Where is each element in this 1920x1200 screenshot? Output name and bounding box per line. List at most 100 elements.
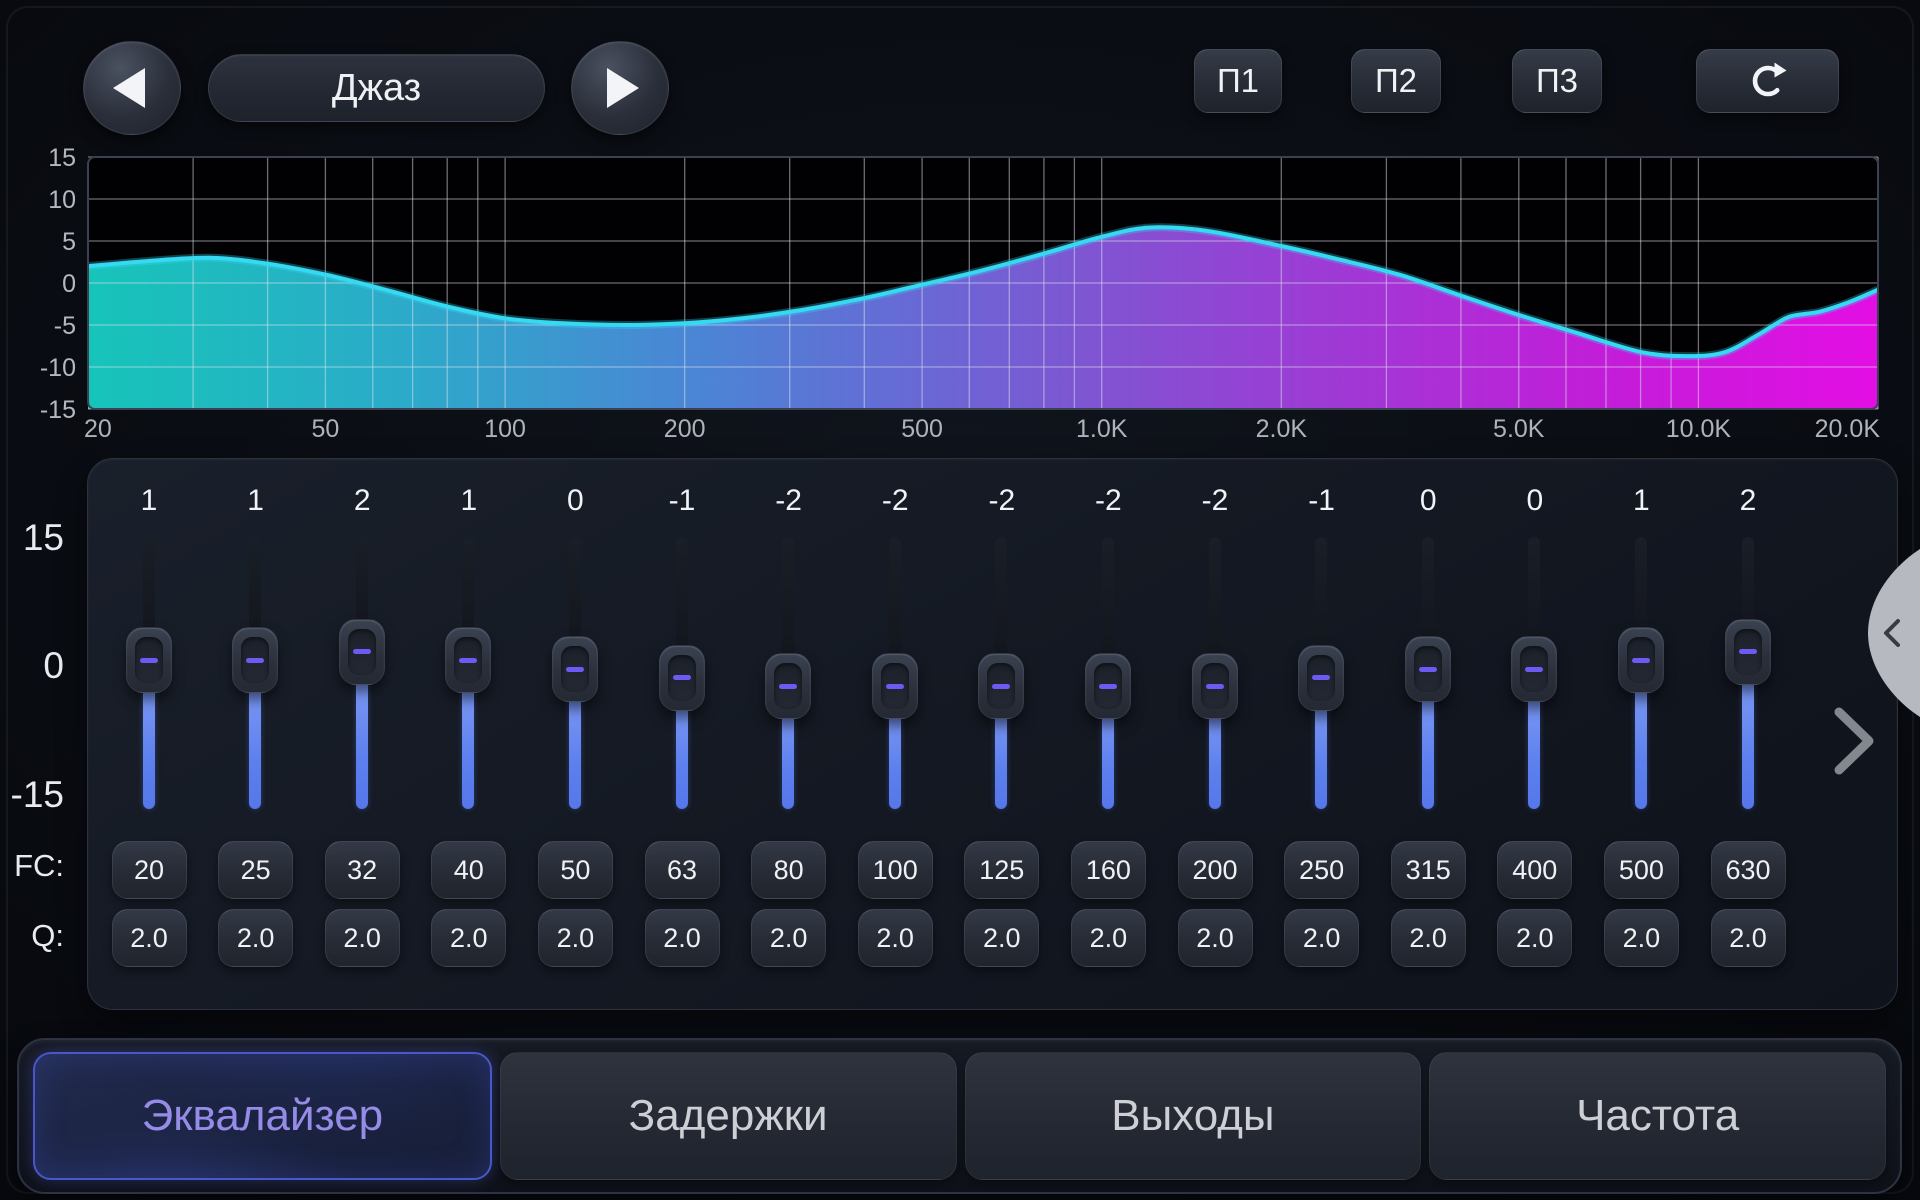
band-slider-handle[interactable] [126,627,172,693]
svg-text:10: 10 [48,186,76,214]
band-gain-value: 2 [309,481,416,521]
tab-частота[interactable]: Частота [1429,1052,1886,1180]
memory-button-p3[interactable]: П3 [1512,49,1602,113]
reset-button[interactable] [1696,49,1839,113]
band-fc-button[interactable]: 400 [1497,841,1572,899]
band-slider-handle[interactable] [1725,619,1771,685]
slider-scale-min-label: -15 [0,774,64,816]
bottom-tab-bar: ЭквалайзерЗадержкиВыходыЧастота [17,1038,1902,1194]
svg-text:-15: -15 [40,396,76,424]
slider-handle-dash-icon [459,658,477,663]
band-q-button[interactable]: 2.0 [1604,909,1679,967]
band-gain-value: -2 [1055,481,1162,521]
band-column-80hz: -2802.0 [735,459,842,1011]
band-slider-handle[interactable] [552,636,598,702]
band-fc-button[interactable]: 250 [1284,841,1359,899]
band-q-button[interactable]: 2.0 [1071,909,1146,967]
band-q-button[interactable]: 2.0 [1391,909,1466,967]
band-q-button[interactable]: 2.0 [1284,909,1359,967]
tab-selected-эквалайзер[interactable]: Эквалайзер [33,1052,492,1180]
band-slider-handle[interactable] [659,645,705,711]
tab-выходы[interactable]: Выходы [965,1052,1422,1180]
band-slider-handle[interactable] [1192,653,1238,719]
slider-handle-dash-icon [673,675,691,680]
band-column-160hz: -2 160 2.0 [1055,459,1162,1011]
band-slider-handle[interactable] [978,653,1024,719]
band-q-button[interactable]: 2.0 [431,909,506,967]
preset-prev-button[interactable] [83,41,181,135]
band-gain-value: 1 [415,481,522,521]
band-slider-handle[interactable] [765,653,811,719]
band-column-25hz: 1252.0 [202,459,309,1011]
memory-button-p2[interactable]: П2 [1351,49,1441,113]
slider-handle-dash-icon [140,658,158,663]
band-q-button[interactable]: 2.0 [645,909,720,967]
band-q-button[interactable]: 2.0 [218,909,293,967]
band-fc-button[interactable]: 500 [1604,841,1679,899]
band-slider-handle[interactable] [872,653,918,719]
band-slider-handle[interactable] [1085,653,1131,719]
band-fc-button[interactable]: 50 [538,841,613,899]
band-fc-button[interactable]: 63 [645,841,720,899]
band-gain-value: 1 [96,481,203,521]
band-fc-button[interactable]: 32 [325,841,400,899]
svg-text:1.0K: 1.0K [1076,415,1128,443]
band-q-button[interactable]: 2.0 [112,909,187,967]
memory-button-p2-label: П2 [1375,62,1417,100]
band-q-button[interactable]: 2.0 [538,909,613,967]
band-q-button[interactable]: 2.0 [964,909,1039,967]
band-fc-button[interactable]: 160 [1071,841,1146,899]
band-fc-button[interactable]: 80 [751,841,826,899]
band-column-32hz: 2 32 2.0 [309,459,416,1011]
band-gain-value: 1 [1588,481,1695,521]
band-gain-value: -2 [948,481,1055,521]
band-gain-value: 0 [1481,481,1588,521]
memory-button-p1[interactable]: П1 [1194,49,1282,113]
svg-text:2.0K: 2.0K [1256,415,1308,443]
memory-button-p3-label: П3 [1536,62,1578,100]
band-slider-handle[interactable] [445,627,491,693]
band-gain-value: -2 [842,481,949,521]
tab-задержки[interactable]: Задержки [500,1052,957,1180]
preset-name-label: Джаз [332,67,421,110]
side-drawer-handle[interactable] [1858,543,1920,723]
band-q-button[interactable]: 2.0 [751,909,826,967]
svg-text:5.0K: 5.0K [1493,415,1545,443]
band-fc-button[interactable]: 20 [112,841,187,899]
graph-y-tick-labels: 151050-5-10-15 [40,144,76,424]
refresh-icon [1746,59,1790,103]
band-fc-button[interactable]: 315 [1391,841,1466,899]
band-slider-handle[interactable] [339,619,385,685]
band-q-button[interactable]: 2.0 [325,909,400,967]
band-slider-handle[interactable] [232,627,278,693]
band-fc-button[interactable]: 125 [964,841,1039,899]
band-slider-handle[interactable] [1405,636,1451,702]
band-slider-handle[interactable] [1618,627,1664,693]
band-q-button[interactable]: 2.0 [858,909,933,967]
band-gain-value: -2 [1162,481,1269,521]
svg-text:0: 0 [62,270,76,298]
svg-text:200: 200 [664,415,706,443]
slider-handle-dash-icon [1206,684,1224,689]
slider-handle-dash-icon [1099,684,1117,689]
svg-text:15: 15 [48,144,76,172]
slider-handle-dash-icon [1739,649,1757,654]
band-q-button[interactable]: 2.0 [1497,909,1572,967]
arrow-left-icon [113,68,145,108]
band-q-button[interactable]: 2.0 [1178,909,1253,967]
arrow-right-icon [607,68,639,108]
preset-next-button[interactable] [571,41,669,135]
band-q-button[interactable]: 2.0 [1711,909,1786,967]
svg-text:-10: -10 [40,354,76,382]
slider-handle-dash-icon [1419,667,1437,672]
drawer-flap-shape [1868,549,1920,717]
band-fc-button[interactable]: 25 [218,841,293,899]
band-fc-button[interactable]: 200 [1178,841,1253,899]
band-fc-button[interactable]: 40 [431,841,506,899]
band-fc-button[interactable]: 100 [858,841,933,899]
band-slider-handle[interactable] [1511,636,1557,702]
band-slider-handle[interactable] [1298,645,1344,711]
band-fc-button[interactable]: 630 [1711,841,1786,899]
preset-name-display[interactable]: Джаз [208,54,545,122]
svg-text:500: 500 [901,415,943,443]
